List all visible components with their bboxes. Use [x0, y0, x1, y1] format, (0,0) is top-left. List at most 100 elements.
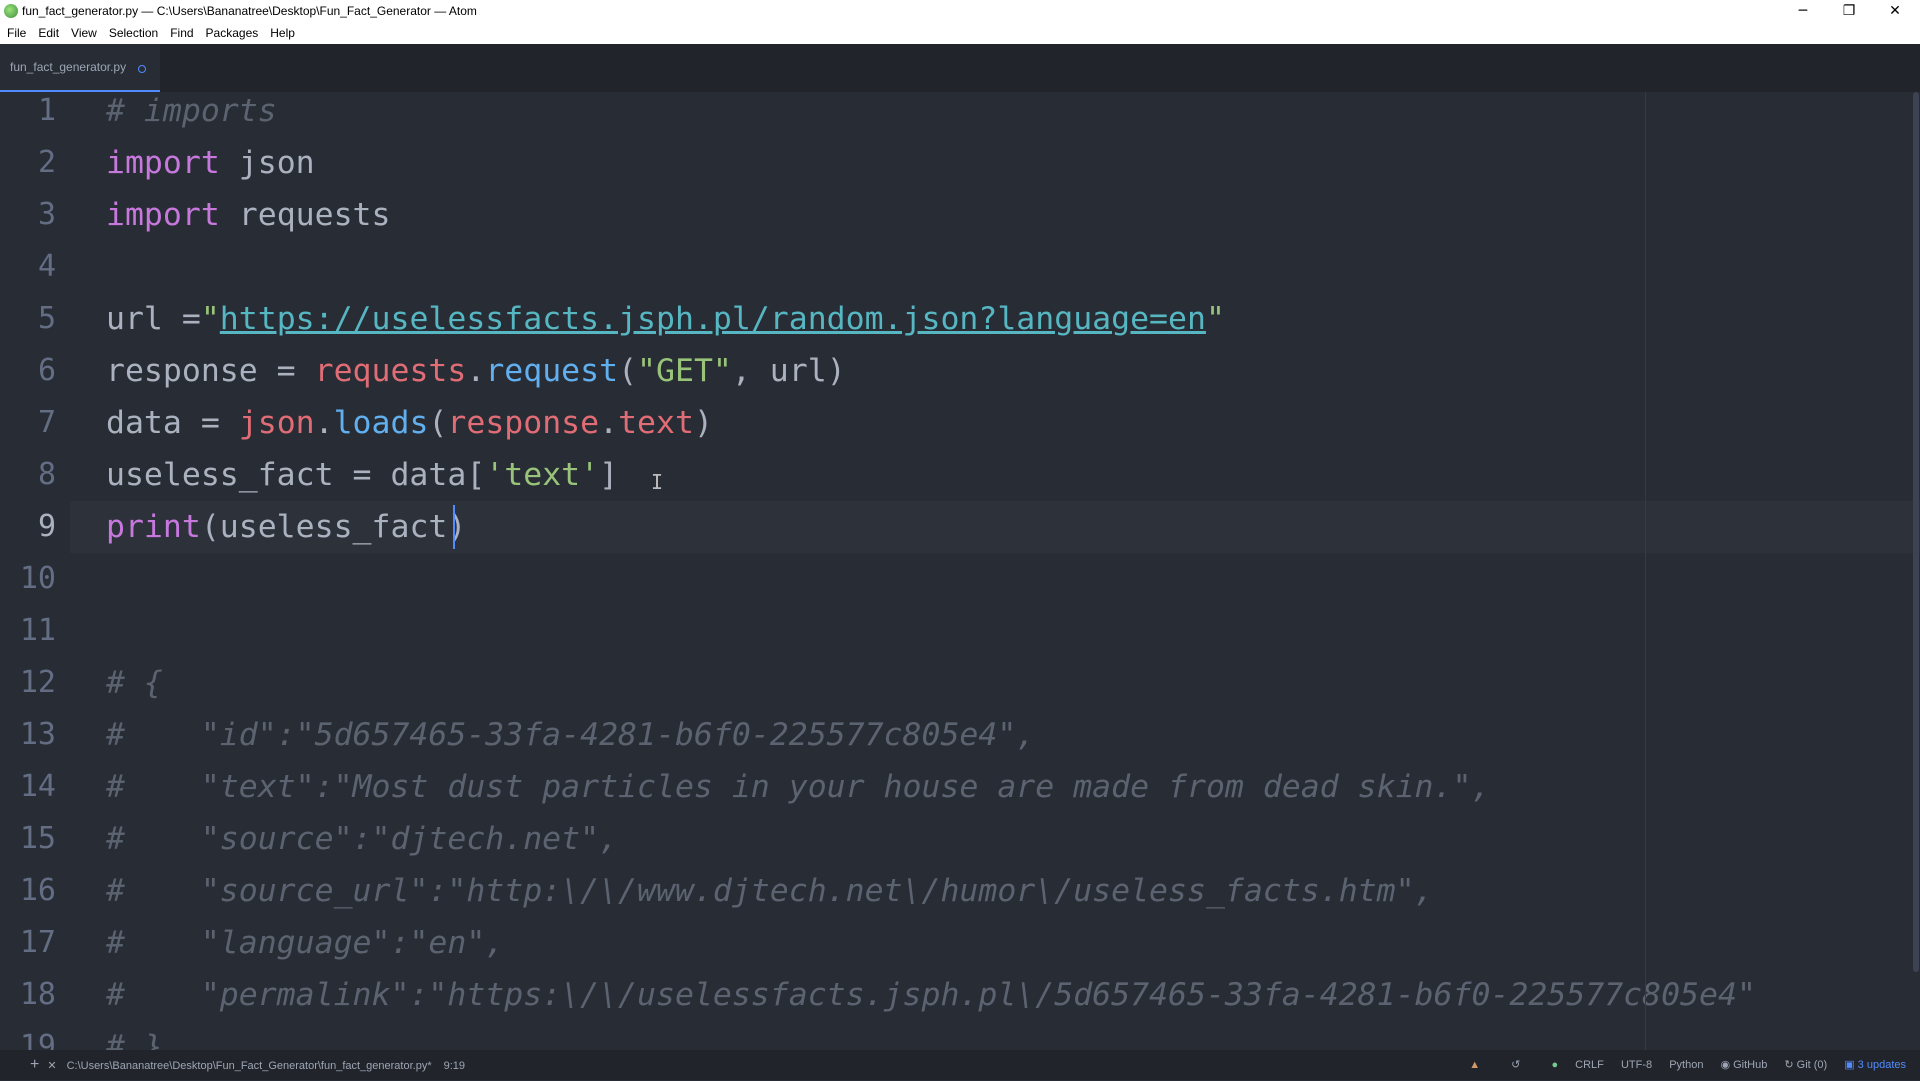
code-line[interactable]: useless_fact = data['text']	[106, 449, 618, 501]
line-number[interactable]: 18	[0, 969, 56, 1021]
code-line[interactable]: # }	[106, 1021, 163, 1050]
code-token: # imports	[106, 93, 277, 129]
line-number[interactable]: 6	[0, 345, 56, 397]
scrollbar-thumb[interactable]	[1913, 92, 1919, 972]
code-line[interactable]: import json	[106, 137, 315, 189]
line-number[interactable]: 1	[0, 92, 56, 137]
atom-logo-icon	[4, 4, 18, 18]
menu-selection[interactable]: Selection	[103, 22, 164, 44]
code-editor[interactable]: 1 2 3 4 5 6 7 8 9 10 11 12 13 14 15 16 17 18 19 # imports i…	[0, 92, 1920, 1050]
github-label[interactable]: GitHub	[1733, 1059, 1767, 1071]
code-token: )	[693, 405, 713, 441]
code-line[interactable]: # imports	[106, 92, 277, 137]
code-token: # "source_url":"http:\/\/www.djtech.net\…	[106, 873, 1434, 909]
code-token: (	[428, 405, 448, 441]
code-line[interactable]: # "language":"en",	[106, 917, 504, 969]
close-window-button[interactable]: ✕	[1872, 0, 1918, 22]
code-token: response =	[106, 353, 315, 389]
code-token: print	[106, 509, 201, 545]
minimize-button[interactable]: ─	[1780, 0, 1826, 22]
code-token: .	[599, 405, 619, 441]
window-title: fun_fact_generator.py — C:\Users\Bananat…	[22, 4, 477, 18]
code-token: "	[1205, 301, 1225, 337]
code-line[interactable]: # "text":"Most dust particles in your ho…	[106, 761, 1490, 813]
line-number[interactable]: 10	[0, 553, 56, 605]
code-token: text	[618, 405, 694, 441]
code-token: .	[466, 353, 486, 389]
line-number[interactable]: 15	[0, 813, 56, 865]
updates-icon[interactable]: ▣	[1844, 1050, 1854, 1080]
maximize-button[interactable]: ❐	[1826, 0, 1872, 22]
code-line[interactable]: # "source_url":"http:\/\/www.djtech.net\…	[106, 865, 1434, 917]
line-number[interactable]: 19	[0, 1021, 56, 1050]
line-number[interactable]: 7	[0, 397, 56, 449]
menu-edit[interactable]: Edit	[32, 22, 65, 44]
line-number-gutter[interactable]: 1 2 3 4 5 6 7 8 9 10 11 12 13 14 15 16 17 18 19	[0, 92, 70, 1050]
close-file-icon[interactable]: ✕	[47, 1060, 56, 1072]
code-token: # {	[106, 665, 163, 701]
squirrel-icon[interactable]: ▲	[1469, 1050, 1480, 1080]
text-cursor	[453, 505, 455, 549]
code-token: # }	[106, 1029, 163, 1050]
cursor-position[interactable]: 9:19	[444, 1060, 465, 1072]
code-token: # "text":"Most dust particles in your ho…	[106, 769, 1491, 805]
menu-help[interactable]: Help	[264, 22, 301, 44]
code-line[interactable]: # "id":"5d657465-33fa-4281-b6f0-225577c8…	[106, 709, 1035, 761]
line-number[interactable]: 9	[0, 501, 56, 553]
code-line[interactable]: print(useless_fact)	[106, 501, 466, 553]
code-token: url =	[106, 301, 201, 337]
code-token: # "id":"5d657465-33fa-4281-b6f0-225577c8…	[106, 717, 1036, 753]
code-line[interactable]: # "permalink":"https:\/\/uselessfacts.js…	[106, 969, 1756, 1021]
code-token: response	[447, 405, 600, 441]
modified-indicator-icon[interactable]	[138, 65, 146, 73]
code-token: loads	[333, 405, 429, 441]
line-number[interactable]: 8	[0, 449, 56, 501]
code-line[interactable]: response = requests.request("GET", url)	[106, 345, 846, 397]
line-number[interactable]: 17	[0, 917, 56, 969]
line-number[interactable]: 4	[0, 241, 56, 293]
line-number[interactable]: 16	[0, 865, 56, 917]
vertical-scrollbar[interactable]	[1911, 92, 1920, 1050]
code-line[interactable]: url ="https://uselessfacts.jsph.pl/rando…	[106, 293, 1225, 345]
git-label[interactable]: Git (0)	[1797, 1059, 1828, 1071]
code-token: requests	[314, 353, 467, 389]
line-number[interactable]: 12	[0, 657, 56, 709]
code-line[interactable]: data = json.loads(response.text)	[106, 397, 713, 449]
git-branch-icon[interactable]: ↺	[1511, 1050, 1520, 1080]
code-line[interactable]: import requests	[106, 189, 390, 241]
code-token: json	[219, 145, 315, 181]
add-icon[interactable]: +	[30, 1056, 39, 1073]
code-token: import	[106, 197, 220, 233]
line-number[interactable]: 14	[0, 761, 56, 813]
line-number[interactable]: 3	[0, 189, 56, 241]
line-ending[interactable]: CRLF	[1575, 1050, 1604, 1080]
file-path[interactable]: C:\Users\Bananatree\Desktop\Fun_Fact_Gen…	[67, 1060, 432, 1072]
menu-find[interactable]: Find	[164, 22, 199, 44]
code-token: # "permalink":"https:\/\/uselessfacts.js…	[106, 977, 1756, 1013]
code-token: , url)	[731, 353, 846, 389]
tab-bar: fun_fact_generator.py	[0, 44, 1920, 92]
line-number[interactable]: 5	[0, 293, 56, 345]
code-line[interactable]: # {	[106, 657, 163, 709]
menu-file[interactable]: File	[0, 22, 32, 44]
code-token: request	[485, 353, 619, 389]
grammar[interactable]: Python	[1669, 1050, 1703, 1080]
updates-label[interactable]: 3 updates	[1858, 1059, 1906, 1071]
code-token: import	[106, 145, 220, 181]
git-icon[interactable]: ↻	[1784, 1050, 1793, 1080]
code-token: "GET"	[637, 353, 732, 389]
code-token: # "language":"en",	[106, 925, 505, 961]
github-icon[interactable]: ◉	[1721, 1050, 1731, 1080]
wrap-guide	[1645, 92, 1646, 1050]
code-token: data =	[106, 405, 239, 441]
code-token: (useless_fact)	[200, 509, 467, 545]
menu-view[interactable]: View	[65, 22, 103, 44]
menu-packages[interactable]: Packages	[200, 22, 265, 44]
encoding[interactable]: UTF-8	[1621, 1050, 1652, 1080]
tab-fun-fact-generator[interactable]: fun_fact_generator.py	[0, 44, 160, 92]
line-number[interactable]: 11	[0, 605, 56, 657]
code-line[interactable]: # "source":"djtech.net",	[106, 813, 618, 865]
line-number[interactable]: 2	[0, 137, 56, 189]
status-dot-icon[interactable]: ●	[1551, 1050, 1558, 1080]
line-number[interactable]: 13	[0, 709, 56, 761]
